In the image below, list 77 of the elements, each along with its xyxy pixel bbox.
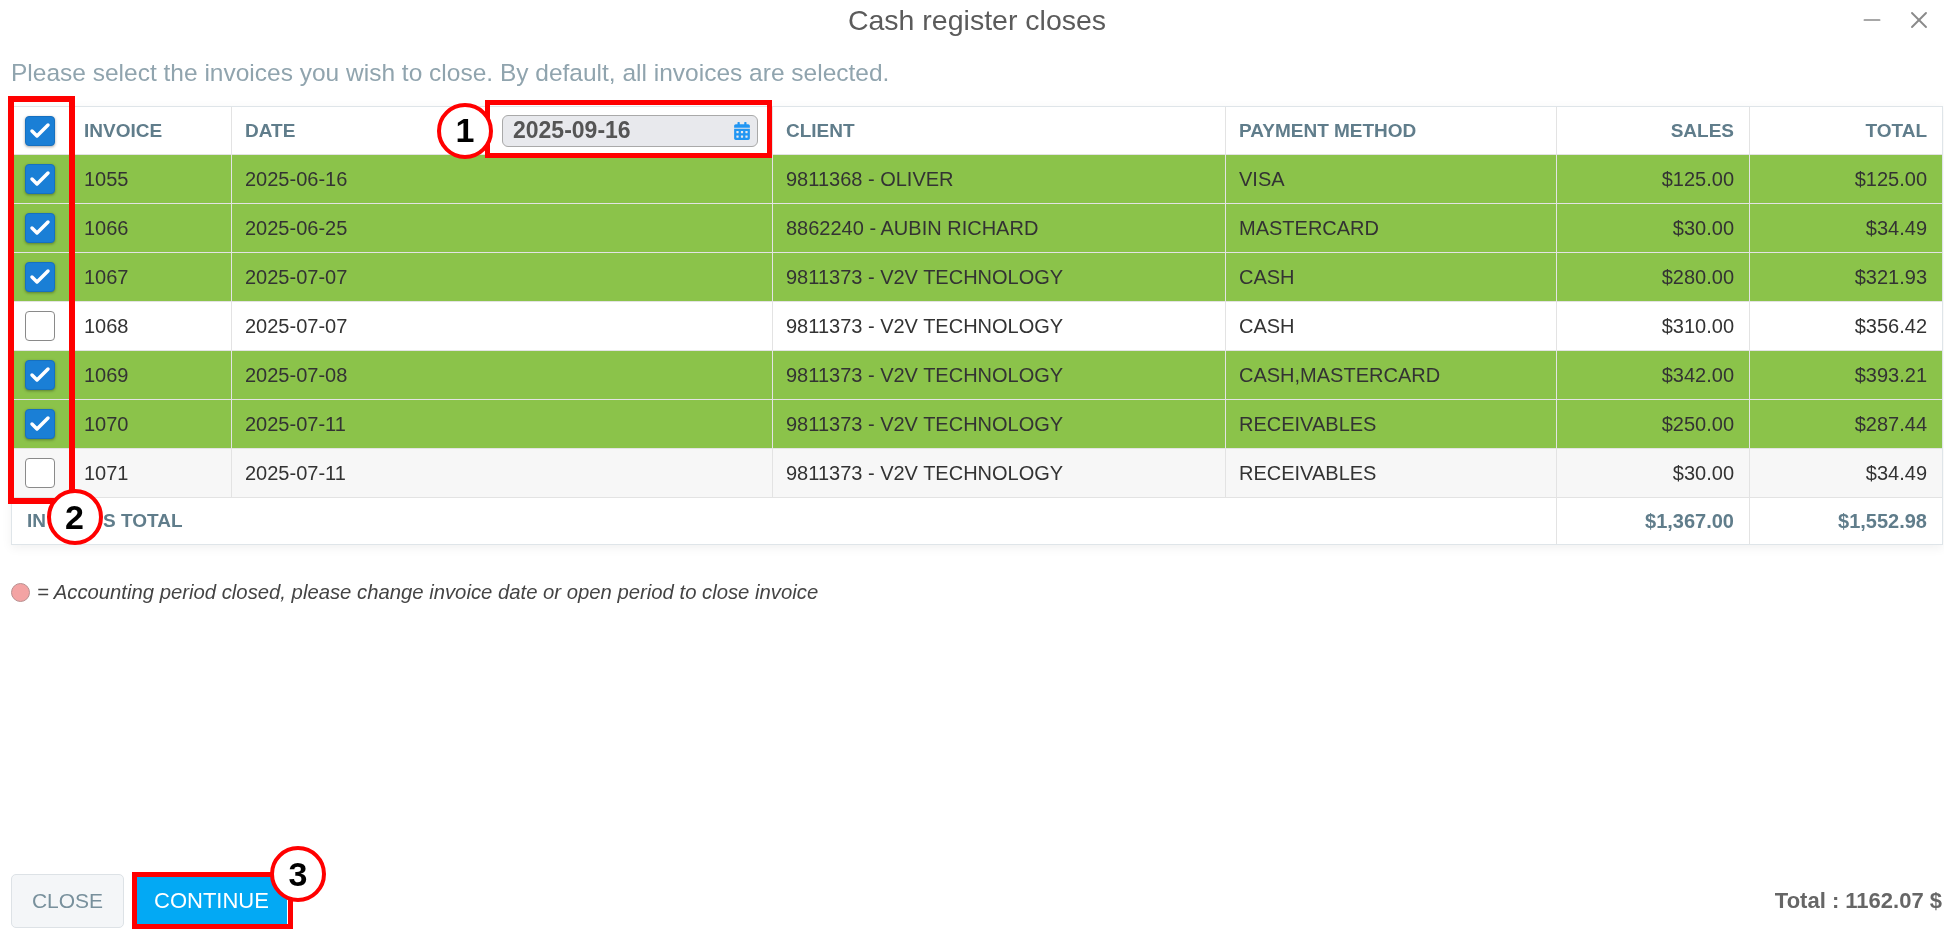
table-row[interactable]: 1069 2025-07-08 9811373 - V2V TECHNOLOGY CASH,MASTERCARD $342.00 $393.21 [12, 351, 1942, 400]
table-cell-text: $34.49 [1864, 460, 1928, 486]
window-title: Cash register closes [847, 3, 1107, 37]
table-cell: 9811373 - V2V TECHNOLOGY [773, 253, 1226, 301]
column-header: TOTAL [1864, 118, 1928, 143]
table-row[interactable]: 1055 2025-06-16 9811368 - OLIVER VISA $125.00 $125.00 [12, 155, 1942, 204]
table-cell: $280.00 [1557, 253, 1750, 301]
grand-total-text: Total : 1162.07 $ [1774, 888, 1942, 914]
total-cell: $1,367.00 [1557, 498, 1750, 544]
table-cell-text: $34.49 [1864, 215, 1928, 241]
instruction-text: Please select the invoices you wish to close. By default, all invoices are selected. [11, 60, 891, 86]
column-header: INVOICE [73, 107, 232, 154]
close-button[interactable]: CLOSE [11, 874, 124, 928]
table-cell: 1067 [73, 253, 232, 301]
table-cell: 9811373 - V2V TECHNOLOGY [773, 400, 1226, 448]
column-header: PAYMENT METHOD [1226, 107, 1557, 154]
table-cell: 8862240 - AUBIN RICHARD [773, 204, 1226, 252]
step-badge: 1 [437, 102, 493, 159]
table-cell: MASTERCARD [1226, 204, 1557, 252]
table-cell-text: $125.00 [1853, 166, 1928, 192]
table-row[interactable]: 1066 2025-06-25 8862240 - AUBIN RICHARD MASTERCARD $30.00 $34.49 [12, 204, 1942, 253]
table-cell-text: $321.93 [1853, 264, 1928, 290]
table-cell: $30.00 [1557, 449, 1750, 497]
column-header: SALES [1557, 107, 1750, 154]
table-cell: $30.00 [1557, 204, 1750, 252]
table-cell: CASH [1226, 302, 1557, 350]
table-cell: $125.00 [1557, 155, 1750, 203]
table-cell: VISA [1226, 155, 1557, 203]
legend-text: = Accounting period closed, please change invoice date or open period to close invoice [37, 581, 819, 604]
row-checkbox[interactable] [25, 164, 55, 194]
column-header: DATE [245, 119, 296, 142]
table-cell: 1069 [73, 351, 232, 399]
table-row[interactable]: 1068 2025-07-07 9811373 - V2V TECHNOLOGY CASH $310.00 $356.42 [12, 302, 1942, 351]
table-row[interactable]: 1070 2025-07-11 9811373 - V2V TECHNOLOGY RECEIVABLES $250.00 $287.44 [12, 400, 1942, 449]
table-cell-text: $356.42 [1853, 313, 1928, 339]
table-cell: 9811373 - V2V TECHNOLOGY [773, 302, 1226, 350]
row-checkbox[interactable] [25, 262, 55, 292]
table-cell: 2025-07-11 [232, 449, 773, 497]
table-cell: $250.00 [1557, 400, 1750, 448]
total-label: S TOTAL [103, 510, 183, 532]
table-cell: 9811373 - V2V TECHNOLOGY [773, 351, 1226, 399]
row-checkbox[interactable] [25, 311, 55, 341]
select-all-checkbox[interactable] [25, 115, 55, 146]
row-checkbox[interactable] [25, 458, 55, 488]
table-cell: 2025-07-07 [232, 253, 773, 301]
column-header: CLIENT [773, 107, 1226, 154]
table-cell: 2025-07-07 [232, 302, 773, 350]
table-cell: $310.00 [1557, 302, 1750, 350]
step-badge: 3 [270, 846, 326, 902]
total-label: IN [27, 510, 46, 532]
step-badge: 2 [46, 489, 103, 545]
table-row[interactable]: 1067 2025-07-07 9811373 - V2V TECHNOLOGY CASH $280.00 $321.93 [12, 253, 1942, 302]
row-checkbox[interactable] [25, 213, 55, 243]
table-cell: 2025-07-11 [232, 400, 773, 448]
table-cell: $342.00 [1557, 351, 1750, 399]
table-row[interactable]: 1071 2025-07-11 9811373 - V2V TECHNOLOGY RECEIVABLES $30.00 $34.49 [12, 449, 1942, 498]
total-cell-text: $1,552.98 [1837, 508, 1928, 534]
table-cell: 2025-06-25 [232, 204, 773, 252]
table-cell: 2025-07-08 [232, 351, 773, 399]
table-cell: 2025-06-16 [232, 155, 773, 203]
table-cell: CASH [1226, 253, 1557, 301]
table-cell-text: $393.21 [1853, 362, 1928, 388]
table-cell: RECEIVABLES [1226, 449, 1557, 497]
table-cell: RECEIVABLES [1226, 400, 1557, 448]
legend-dot-icon [11, 583, 30, 602]
table-cell: 1068 [73, 302, 232, 350]
table-cell: 1070 [73, 400, 232, 448]
table-cell: 1066 [73, 204, 232, 252]
date-field[interactable]: 2025-09-16 [502, 114, 758, 147]
table-cell: 9811368 - OLIVER [773, 155, 1226, 203]
table-cell: 9811373 - V2V TECHNOLOGY [773, 449, 1226, 497]
row-checkbox[interactable] [25, 360, 55, 390]
table-cell-text: $287.44 [1853, 411, 1928, 437]
table-cell: CASH,MASTERCARD [1226, 351, 1557, 399]
calendar-icon [733, 121, 751, 140]
row-checkbox[interactable] [25, 409, 55, 439]
table-cell: 1055 [73, 155, 232, 203]
